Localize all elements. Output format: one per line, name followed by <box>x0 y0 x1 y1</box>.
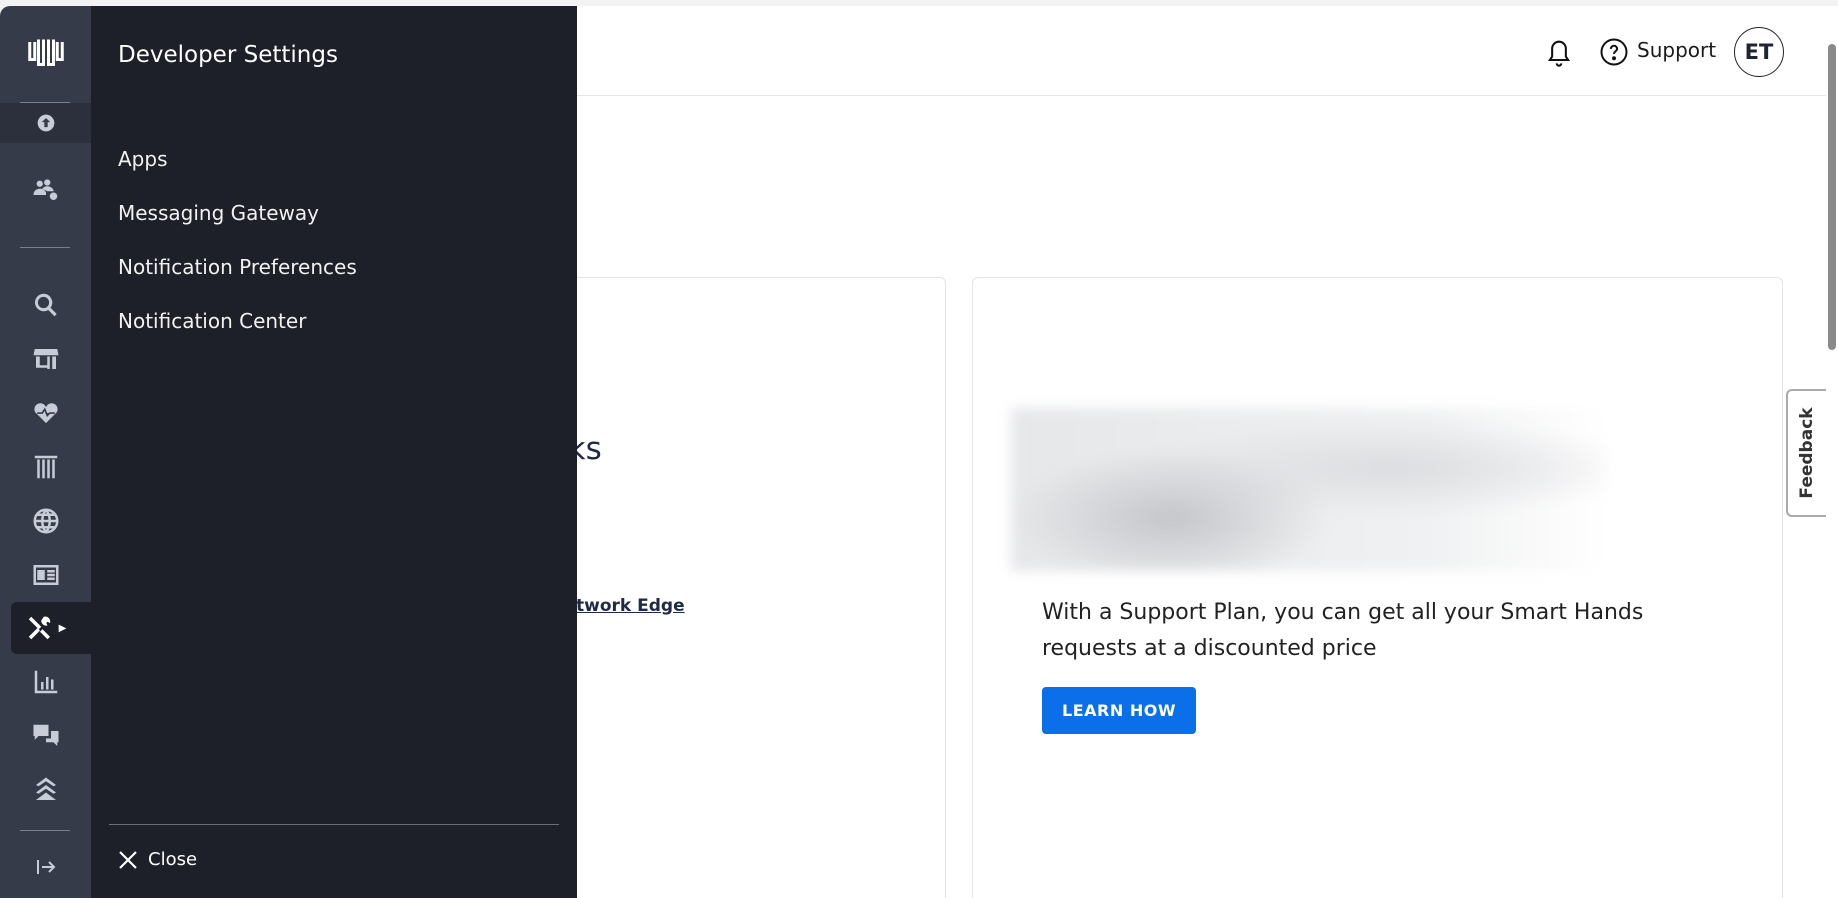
menu-item-notification-preferences[interactable]: Notification Preferences <box>118 255 357 279</box>
chat-icon[interactable] <box>0 716 91 756</box>
bar-chart-icon[interactable] <box>0 662 91 702</box>
panel-title: Developer Settings <box>118 42 338 68</box>
promo-image <box>1011 408 1606 571</box>
app-window: Support ET nks twork Edge With a Support… <box>0 6 1838 898</box>
developer-settings-panel: Developer Settings Apps Messaging Gatewa… <box>91 6 577 898</box>
scrollbar[interactable] <box>1826 6 1838 898</box>
scrollbar-thumb[interactable] <box>1828 44 1836 350</box>
menu-item-notification-center[interactable]: Notification Center <box>118 309 306 333</box>
close-label: Close <box>148 849 198 870</box>
caret-right-icon: ▶ <box>58 622 67 634</box>
avatar[interactable]: ET <box>1734 27 1784 77</box>
feedback-tab[interactable]: Feedback <box>1786 389 1826 517</box>
bell-icon[interactable] <box>1545 36 1573 72</box>
help-circle-icon[interactable] <box>1599 37 1629 71</box>
expand-icon[interactable] <box>0 847 91 887</box>
layers-icon[interactable] <box>0 770 91 810</box>
logo[interactable] <box>0 32 91 72</box>
network-edge-link[interactable]: twork Edge <box>576 596 685 616</box>
feedback-label: Feedback <box>1797 407 1817 499</box>
promo-text: With a Support Plan, you can get all you… <box>1042 600 1644 661</box>
learn-how-button[interactable]: LEARN HOW <box>1042 687 1196 734</box>
menu-item-apps[interactable]: Apps <box>118 147 168 171</box>
users-gear-icon[interactable] <box>0 170 91 210</box>
support-link[interactable]: Support <box>1637 38 1716 62</box>
heart-pulse-icon[interactable] <box>0 393 91 433</box>
close-button[interactable]: Close <box>118 849 197 870</box>
search-icon[interactable] <box>0 285 91 325</box>
card-support-plan: With a Support Plan, you can get all you… <box>972 277 1783 898</box>
menu-item-messaging-gateway[interactable]: Messaging Gateway <box>118 201 319 225</box>
nav-rail: ▶ <box>0 6 91 898</box>
columns-icon[interactable] <box>0 447 91 487</box>
newspaper-icon[interactable] <box>0 555 91 595</box>
globe-icon[interactable] <box>0 501 91 541</box>
store-icon[interactable] <box>0 339 91 379</box>
upload-icon[interactable] <box>0 103 91 143</box>
tools-icon[interactable]: ▶ <box>0 608 91 648</box>
close-icon <box>119 850 137 869</box>
